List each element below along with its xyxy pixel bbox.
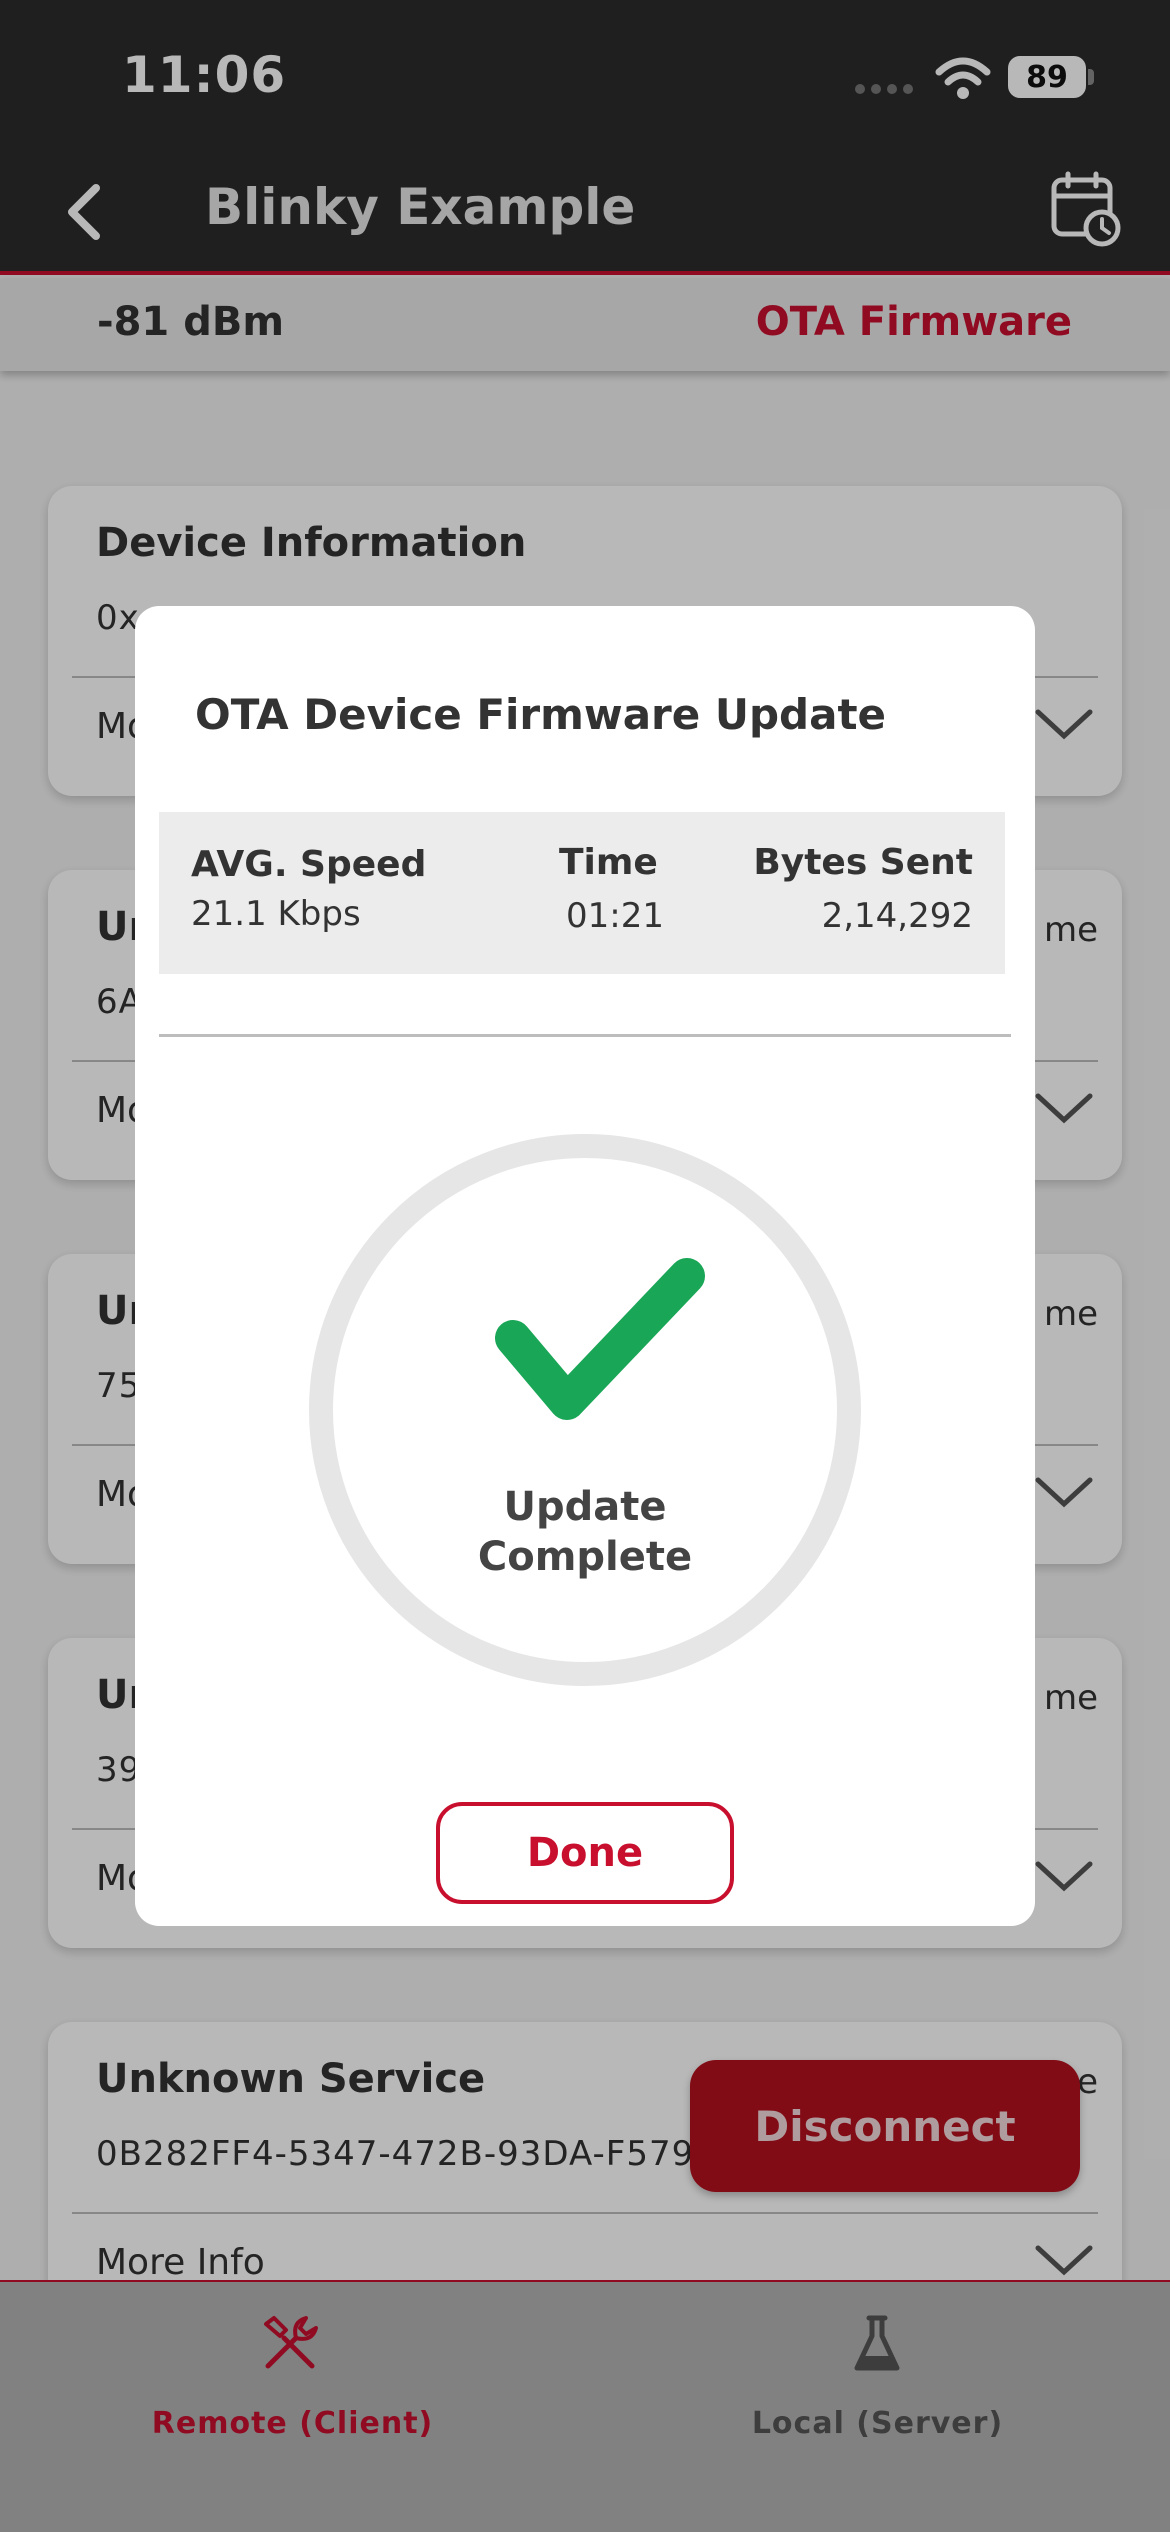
- done-button[interactable]: Done: [436, 1802, 734, 1904]
- time-label: Time: [559, 842, 658, 883]
- bytes-sent-label: Bytes Sent: [753, 842, 973, 883]
- ota-update-dialog: OTA Device Firmware Update AVG. Speed 21…: [135, 606, 1035, 1926]
- avg-speed-value: 21.1 Kbps: [191, 894, 361, 934]
- bytes-sent-value: 2,14,292: [821, 896, 973, 936]
- transfer-stats: AVG. Speed 21.1 Kbps Time 01:21 Bytes Se…: [159, 812, 1005, 974]
- time-value: 01:21: [566, 896, 664, 936]
- update-status: Update Complete: [445, 1482, 725, 1582]
- checkmark-icon: [495, 1258, 705, 1420]
- status-line: Update: [503, 1484, 667, 1530]
- avg-speed-label: AVG. Speed: [191, 844, 427, 885]
- status-line: Complete: [477, 1534, 693, 1580]
- dialog-title: OTA Device Firmware Update: [195, 690, 887, 739]
- dialog-divider: [159, 1034, 1011, 1037]
